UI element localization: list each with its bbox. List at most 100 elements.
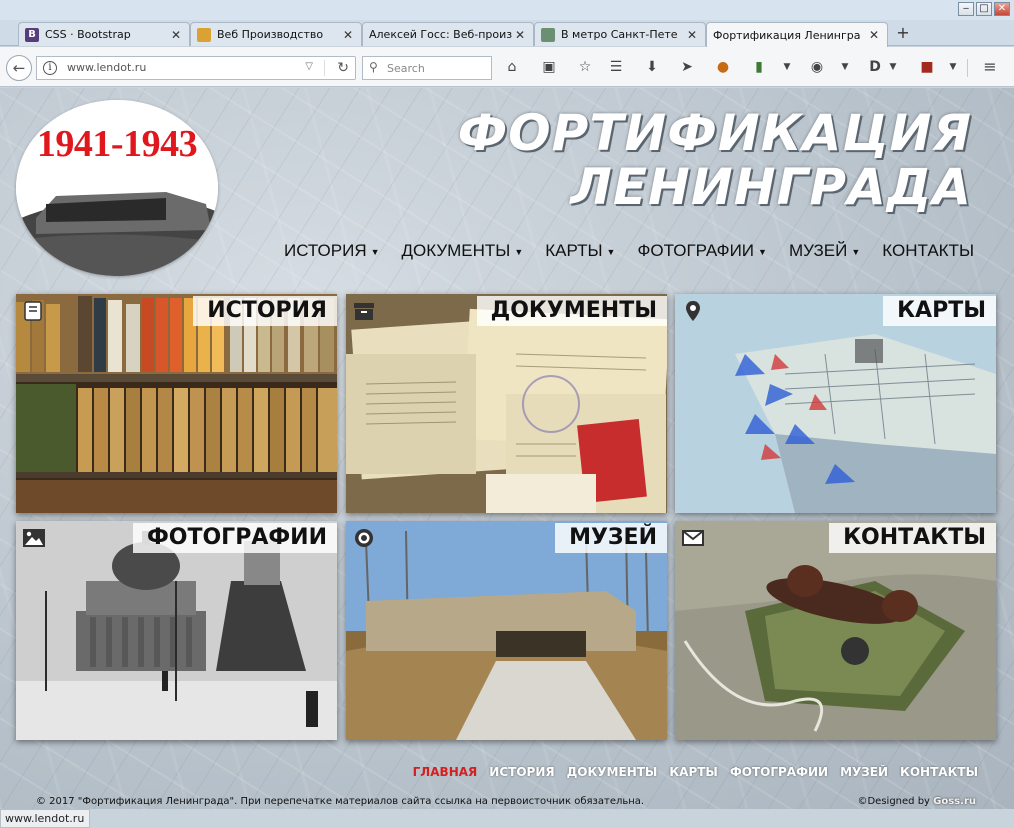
nav-label: КАРТЫ	[545, 241, 603, 260]
tab-label: Веб Производство	[217, 28, 324, 41]
tab-label: CSS · Bootstrap	[45, 28, 131, 41]
download-icon[interactable]: ⬇	[643, 58, 661, 76]
target-icon	[355, 529, 373, 547]
address-bar[interactable]: i www.lendot.ru ▽ ↻	[36, 56, 356, 80]
metro-favicon-icon	[541, 27, 555, 42]
site-info-icon[interactable]: i	[43, 61, 57, 75]
hamburger-menu-icon[interactable]: ≡	[981, 58, 999, 76]
map-pin-icon	[686, 301, 700, 321]
minimize-button[interactable]: ‒	[958, 2, 974, 16]
cathedral-photo	[16, 521, 337, 740]
bookmarks-list-icon[interactable]: ☰	[607, 58, 625, 76]
bunker-photo	[346, 521, 667, 740]
extension-icon[interactable]: ●	[714, 58, 732, 76]
send-icon[interactable]: ➤	[678, 58, 696, 76]
chevron-down-icon[interactable]: ▼	[778, 58, 796, 76]
tab-label: В метро Санкт-Пете	[561, 28, 678, 41]
image-icon	[23, 529, 45, 547]
tab-close-icon[interactable]: ✕	[513, 28, 527, 42]
tile-maps-label: КАРТЫ	[883, 296, 996, 326]
browser-toolbar: ← i www.lendot.ru ▽ ↻ ⚲ Search ⌂ ▣ ☆ ☰ ⬇…	[0, 47, 1014, 87]
search-icon: ⚲	[369, 60, 378, 74]
bookmark-star-icon[interactable]: ☆	[576, 58, 594, 76]
search-placeholder: Search	[387, 62, 425, 75]
tab-strip: B CSS · Bootstrap ✕ Веб Производство ✕ А…	[0, 20, 1014, 47]
nav-item-history[interactable]: ИСТОРИЯ ▼	[284, 241, 380, 261]
tab-metro[interactable]: В метро Санкт-Пете ✕	[534, 22, 706, 46]
map-photo	[675, 294, 996, 513]
chevron-down-icon[interactable]: ▼	[884, 58, 902, 76]
nav-item-photos[interactable]: ФОТОГРАФИИ ▼	[637, 241, 766, 261]
site-title-line2: ЛЕНИНГРАДА	[570, 158, 972, 216]
nav-item-documents[interactable]: ДОКУМЕНТЫ ▼	[402, 241, 524, 261]
url-dropdown-icon[interactable]: ▽	[305, 61, 313, 72]
nav-label: ИСТОРИЯ	[283, 241, 367, 260]
field-telephone-photo	[675, 521, 996, 740]
tile-history-label: ИСТОРИЯ	[193, 296, 337, 326]
site-title: ФОРТИФИКАЦИЯ ЛЕНИНГРАДА	[458, 106, 972, 214]
reload-icon[interactable]: ↻	[337, 60, 349, 76]
eye-icon[interactable]: ◉	[808, 58, 826, 76]
tile-maps[interactable]: КАРТЫ	[675, 294, 996, 513]
tab-label: Алексей Госс: Веб-произ	[369, 28, 513, 41]
nav-label: МУЗЕЙ	[788, 241, 848, 260]
tab-web-production[interactable]: Веб Производство ✕	[190, 22, 362, 46]
caret-down-icon: ▼	[606, 246, 616, 257]
dev-tools-icon[interactable]: D	[866, 58, 884, 76]
footer-link-home[interactable]: ГЛАВНАЯ	[413, 765, 478, 779]
window-titlebar: ‒ □ ✕	[0, 0, 1014, 20]
tab-aleksey-goss[interactable]: Алексей Госс: Веб-произ ✕	[362, 22, 534, 46]
tab-bootstrap[interactable]: B CSS · Bootstrap ✕	[18, 22, 190, 46]
tile-photos[interactable]: ФОТОГРАФИИ	[16, 521, 337, 740]
designed-by: ©Designed by Goss.ru	[857, 796, 976, 807]
nav-item-museum[interactable]: МУЗЕЙ ▼	[789, 241, 860, 261]
tile-museum[interactable]: МУЗЕЙ	[346, 521, 667, 740]
bootstrap-favicon-icon: B	[25, 27, 39, 42]
footer-link-history[interactable]: ИСТОРИЯ	[489, 765, 554, 779]
urlbar-divider	[324, 60, 325, 76]
home-icon[interactable]: ⌂	[503, 58, 521, 76]
tab-close-icon[interactable]: ✕	[341, 28, 355, 42]
tab-fortification[interactable]: Фортификация Ленингра ✕	[706, 22, 888, 47]
window-close-button[interactable]: ✕	[994, 2, 1010, 16]
nav-item-contacts[interactable]: КОНТАКТЫ	[882, 241, 974, 261]
copyright-text: © 2017 "Фортификация Ленинграда". При пе…	[36, 796, 645, 807]
tile-history[interactable]: ИСТОРИЯ	[16, 294, 337, 513]
nav-item-maps[interactable]: КАРТЫ ▼	[545, 241, 615, 261]
tab-label: Фортификация Ленингра	[713, 28, 861, 42]
nav-label: КОНТАКТЫ	[882, 241, 974, 260]
maximize-button[interactable]: □	[976, 2, 992, 16]
chevron-down-icon[interactable]: ▼	[944, 58, 962, 76]
chevron-down-icon[interactable]: ▼	[836, 58, 854, 76]
main-nav: ИСТОРИЯ ▼ ДОКУМЕНТЫ ▼ КАРТЫ ▼ ФОТОГРАФИИ ▼ М…	[284, 241, 974, 261]
caret-down-icon: ▼	[370, 246, 380, 257]
extension-phone-icon[interactable]: ▮	[750, 58, 768, 76]
search-input[interactable]: ⚲ Search	[362, 56, 492, 80]
tab-close-icon[interactable]: ✕	[867, 28, 881, 42]
footer-link-photos[interactable]: ФОТОГРАФИИ	[730, 765, 828, 779]
archive-icon	[354, 303, 374, 320]
tab-close-icon[interactable]: ✕	[169, 28, 183, 42]
book-icon	[24, 301, 42, 321]
bookshelf-photo	[16, 294, 337, 513]
site-logo[interactable]: 1941-1943	[16, 100, 218, 276]
extension-red-icon[interactable]: ■	[918, 58, 936, 76]
toolbar-divider	[967, 59, 968, 77]
footer-link-maps[interactable]: КАРТЫ	[669, 765, 718, 779]
footer-link-documents[interactable]: ДОКУМЕНТЫ	[567, 765, 658, 779]
designer-link[interactable]: Goss.ru	[933, 796, 976, 807]
documents-photo	[346, 294, 667, 513]
caret-down-icon: ▼	[758, 246, 767, 257]
footer-link-contacts[interactable]: КОНТАКТЫ	[900, 765, 978, 779]
designed-by-label: ©Designed by	[857, 796, 930, 807]
tab-close-icon[interactable]: ✕	[685, 28, 699, 42]
tile-contacts[interactable]: КОНТАКТЫ	[675, 521, 996, 740]
back-button[interactable]: ←	[6, 55, 32, 81]
reader-view-icon[interactable]: ▣	[540, 58, 558, 76]
tile-documents[interactable]: ДОКУМЕНТЫ	[346, 294, 667, 513]
footer-link-museum[interactable]: МУЗЕЙ	[840, 765, 888, 779]
tile-documents-label: ДОКУМЕНТЫ	[476, 296, 667, 326]
new-tab-button[interactable]: +	[893, 23, 913, 43]
footer-nav: ГЛАВНАЯ ИСТОРИЯ ДОКУМЕНТЫ КАРТЫ ФОТОГРАФ…	[413, 765, 978, 779]
nav-label: ФОТОГРАФИИ	[637, 241, 755, 260]
